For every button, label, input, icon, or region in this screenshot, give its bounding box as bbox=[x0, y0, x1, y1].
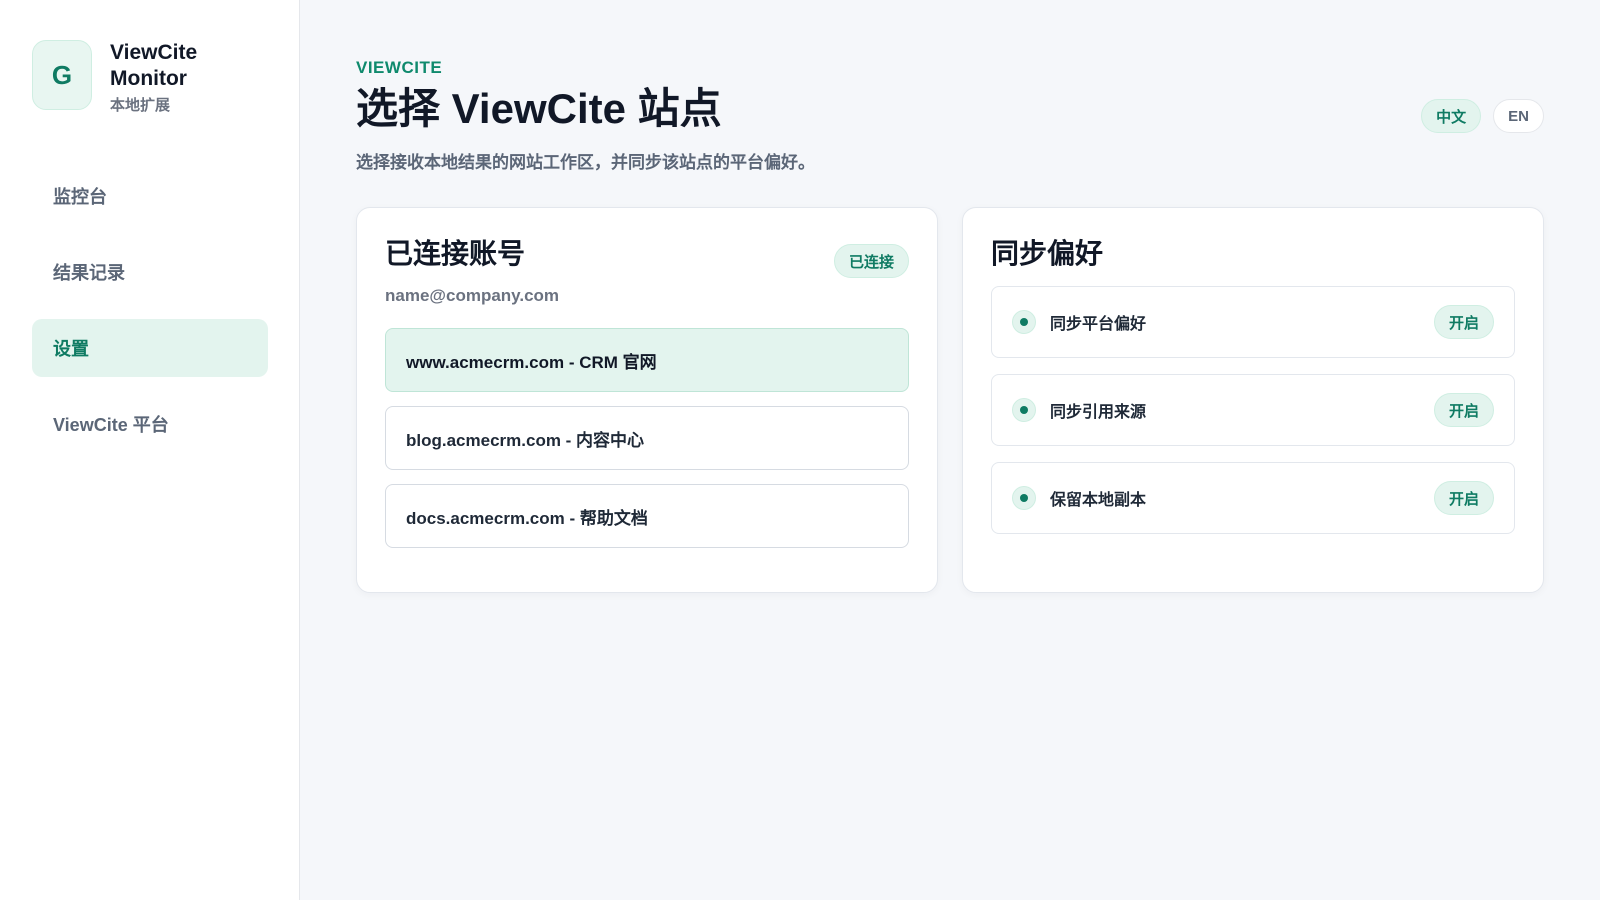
sidebar-item-platform[interactable]: ViewCite 平台 bbox=[32, 395, 268, 453]
brand: G ViewCite Monitor 本地扩展 bbox=[32, 40, 267, 115]
account-card: 已连接账号 已连接 name@company.com www.acmecrm.c… bbox=[356, 207, 938, 593]
pref-label: 同步引用来源 bbox=[1050, 404, 1147, 421]
brand-text: ViewCite Monitor 本地扩展 bbox=[110, 40, 240, 115]
status-dot-icon bbox=[1012, 398, 1036, 422]
main-content: VIEWCITE 选择 ViewCite 站点 选择接收本地结果的网站工作区，并… bbox=[300, 0, 1600, 900]
brand-subtitle: 本地扩展 bbox=[110, 97, 171, 114]
sidebar-item-results[interactable]: 结果记录 bbox=[32, 243, 268, 301]
brand-logo: G bbox=[32, 40, 92, 110]
account-card-title: 已连接账号 bbox=[385, 238, 526, 269]
pref-item-keep-local: 保留本地副本 开启 bbox=[991, 462, 1515, 534]
pref-item-sync-sources: 同步引用来源 开启 bbox=[991, 374, 1515, 446]
status-dot-icon bbox=[1012, 310, 1036, 334]
site-option-www[interactable]: www.acmecrm.com - CRM 官网 bbox=[385, 328, 909, 392]
prefs-card: 同步偏好 同步平台偏好 开启 同步引用来源 开启 保留本地副本 开启 bbox=[962, 207, 1544, 593]
app-root: G ViewCite Monitor 本地扩展 监控台 结果记录 设置 View… bbox=[0, 0, 1600, 900]
lang-button-zh[interactable]: 中文 bbox=[1421, 99, 1482, 133]
sidebar-item-settings[interactable]: 设置 bbox=[32, 319, 268, 377]
site-option-blog[interactable]: blog.acmecrm.com - 内容中心 bbox=[385, 406, 909, 470]
pref-list: 同步平台偏好 开启 同步引用来源 开启 保留本地副本 开启 bbox=[991, 286, 1515, 534]
pref-toggle-sync-platform[interactable]: 开启 bbox=[1433, 305, 1494, 339]
pref-label: 同步平台偏好 bbox=[1050, 316, 1147, 333]
pref-toggle-sync-sources[interactable]: 开启 bbox=[1433, 393, 1494, 427]
site-option-docs[interactable]: docs.acmecrm.com - 帮助文档 bbox=[385, 484, 909, 548]
status-badge: 已连接 bbox=[833, 244, 909, 278]
site-list: www.acmecrm.com - CRM 官网 blog.acmecrm.co… bbox=[385, 328, 909, 548]
status-dot-icon bbox=[1012, 486, 1036, 510]
sidebar-item-dashboard[interactable]: 监控台 bbox=[32, 167, 268, 225]
pref-toggle-keep-local[interactable]: 开启 bbox=[1433, 481, 1494, 515]
page-title: 选择 ViewCite 站点 bbox=[356, 85, 722, 132]
page-description: 选择接收本地结果的网站工作区，并同步该站点的平台偏好。 bbox=[356, 153, 815, 172]
sidebar: G ViewCite Monitor 本地扩展 监控台 结果记录 设置 View… bbox=[0, 0, 300, 900]
account-email: name@company.com bbox=[385, 286, 560, 305]
sidebar-nav: 监控台 结果记录 设置 ViewCite 平台 bbox=[32, 167, 268, 453]
pref-item-sync-platform: 同步平台偏好 开启 bbox=[991, 286, 1515, 358]
cards-row: 已连接账号 已连接 name@company.com www.acmecrm.c… bbox=[356, 207, 1544, 593]
prefs-card-title: 同步偏好 bbox=[991, 238, 1104, 269]
brand-name: ViewCite Monitor bbox=[110, 41, 198, 90]
pref-label: 保留本地副本 bbox=[1050, 492, 1147, 509]
language-switch: 中文 EN bbox=[1421, 99, 1544, 133]
lang-button-en[interactable]: EN bbox=[1493, 99, 1544, 133]
eyebrow-label: VIEWCITE bbox=[356, 58, 443, 77]
